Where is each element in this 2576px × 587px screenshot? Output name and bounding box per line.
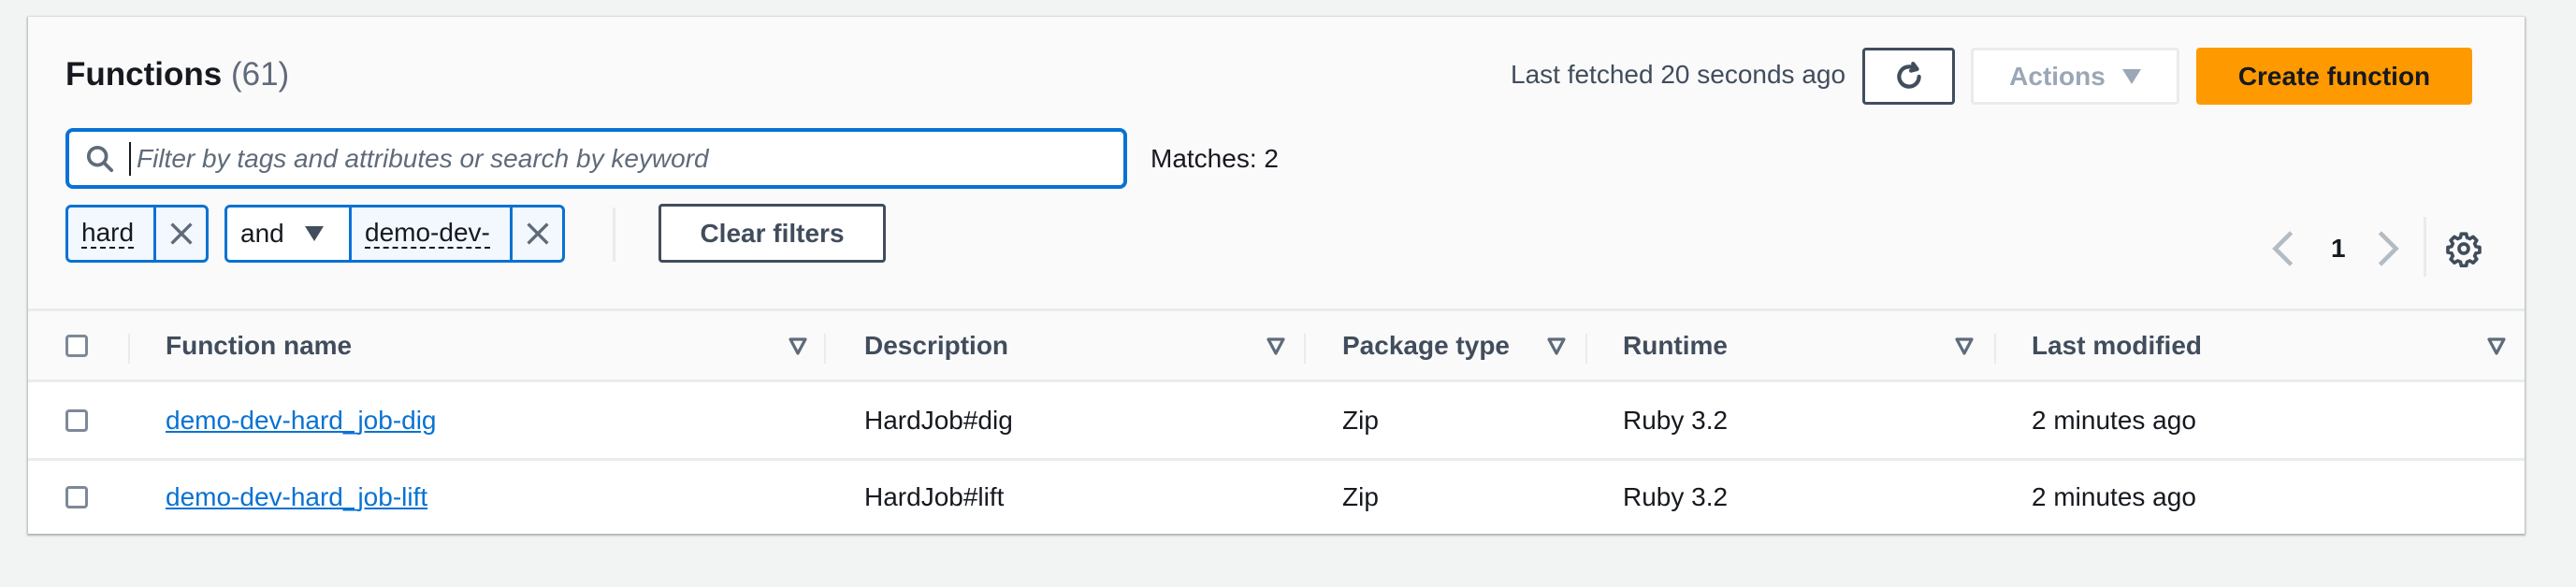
refresh-button[interactable] xyxy=(1862,48,1955,105)
last-modified-cell: 2 minutes ago xyxy=(2032,405,2196,435)
matches-count: Matches: 2 xyxy=(1151,144,1279,173)
create-function-button[interactable]: Create function xyxy=(2196,48,2472,105)
token-operator-select[interactable]: and xyxy=(227,208,349,260)
title-text: Functions xyxy=(65,56,223,93)
remove-token-button[interactable] xyxy=(153,208,206,260)
column-header-function-name[interactable]: Function name xyxy=(166,311,352,379)
filter-input[interactable] xyxy=(129,141,1123,176)
filter-search-box[interactable] xyxy=(65,128,1127,189)
functions-panel: Functions (61) Last fetched 20 seconds a… xyxy=(28,17,2525,534)
caret-down-icon xyxy=(2121,68,2141,84)
close-icon xyxy=(169,222,193,245)
actions-dropdown[interactable]: Actions xyxy=(1971,48,2179,105)
select-all-checkbox[interactable] xyxy=(65,311,88,379)
search-icon xyxy=(86,142,120,176)
sort-icon[interactable] xyxy=(1266,336,1285,355)
function-name-link[interactable]: demo-dev-hard_job-dig xyxy=(166,382,437,458)
table-header: Function name Description Package type R… xyxy=(28,308,2525,382)
runtime-cell: Ruby 3.2 xyxy=(1623,482,1729,511)
column-header-last-modified[interactable]: Last modified xyxy=(2032,311,2202,379)
description-cell: HardJob#dig xyxy=(864,405,1013,435)
row-checkbox[interactable] xyxy=(65,382,88,458)
sort-icon[interactable] xyxy=(1547,336,1566,355)
column-divider xyxy=(1994,334,1996,364)
filter-token-value[interactable]: hard xyxy=(68,208,153,260)
close-icon xyxy=(526,222,549,245)
column-header-description[interactable]: Description xyxy=(864,311,1008,379)
page-title: Functions (61) xyxy=(65,56,289,93)
last-modified-cell: 2 minutes ago xyxy=(2032,482,2196,511)
description-cell: HardJob#lift xyxy=(864,482,1005,511)
column-divider xyxy=(824,334,826,364)
filter-token-value[interactable]: demo-dev- xyxy=(349,208,510,260)
caret-down-icon xyxy=(304,226,324,241)
package-type-cell: Zip xyxy=(1342,482,1379,511)
column-header-runtime[interactable]: Runtime xyxy=(1623,311,1728,379)
runtime-cell: Ruby 3.2 xyxy=(1623,405,1729,435)
function-name-link[interactable]: demo-dev-hard_job-lift xyxy=(166,461,427,534)
divider xyxy=(613,208,615,262)
column-divider xyxy=(1304,334,1306,364)
previous-page-icon[interactable] xyxy=(2269,230,2297,267)
functions-table: Function name Description Package type R… xyxy=(28,308,2525,534)
last-fetched-text: Last fetched 20 seconds ago xyxy=(1511,60,1846,89)
refresh-icon xyxy=(1896,61,1921,89)
filter-token-2: and demo-dev- xyxy=(224,205,565,263)
filter-token-1: hard xyxy=(65,205,209,263)
column-header-package-type[interactable]: Package type xyxy=(1342,311,1510,379)
next-page-icon[interactable] xyxy=(2374,230,2402,267)
row-checkbox[interactable] xyxy=(65,461,88,534)
column-divider xyxy=(128,334,130,364)
sort-icon[interactable] xyxy=(2487,336,2506,355)
table-row: demo-dev-hard_job-lift HardJob#lift Zip … xyxy=(28,458,2525,534)
settings-gear-icon[interactable] xyxy=(2445,230,2482,267)
remove-token-button[interactable] xyxy=(510,208,562,260)
column-divider xyxy=(1585,334,1587,364)
package-type-cell: Zip xyxy=(1342,405,1379,435)
sort-icon[interactable] xyxy=(1955,336,1974,355)
clear-filters-button[interactable]: Clear filters xyxy=(658,204,886,263)
sort-icon[interactable] xyxy=(789,336,807,355)
divider xyxy=(2424,217,2426,277)
function-count: (61) xyxy=(230,56,290,93)
actions-label: Actions xyxy=(2009,61,2106,91)
table-row: demo-dev-hard_job-dig HardJob#dig Zip Ru… xyxy=(28,382,2525,458)
current-page[interactable]: 1 xyxy=(2331,234,2346,264)
